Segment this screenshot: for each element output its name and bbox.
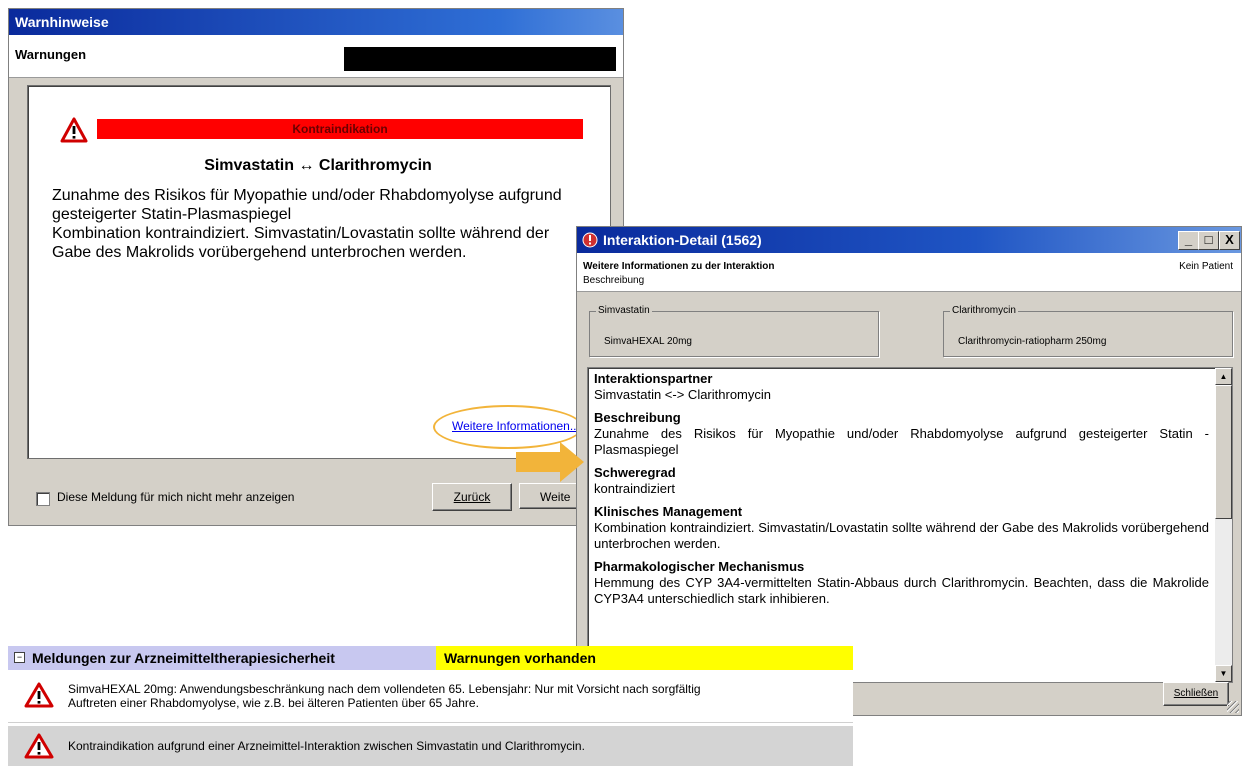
message-text: Kontraindikation aufgrund einer Arzneimi… xyxy=(68,739,585,753)
vertical-scrollbar[interactable]: ▲ ▼ xyxy=(1215,368,1232,682)
section-interaction-partners: Interaktionspartner Simvastatin <-> Clari… xyxy=(594,371,1209,403)
detail-window-titlebar[interactable]: Interaktion-Detail (1562) _ □ X xyxy=(577,227,1241,253)
message-row[interactable]: SimvaHEXAL 20mg: Anwendungsbeschränkung … xyxy=(8,672,853,723)
warnings-window-title: Warnhinweise xyxy=(15,14,109,30)
section-text: Hemmung des CYP 3A4-vermittelten Statin-… xyxy=(594,575,1209,606)
description-line: Kombination kontraindiziert. Simvastatin… xyxy=(52,225,550,242)
collapse-icon[interactable]: − xyxy=(14,652,25,663)
safety-messages-panel: − Meldungen zur Arzneimitteltherapiesich… xyxy=(8,646,853,782)
section-text: Zunahme des Risikos für Myopathie und/od… xyxy=(594,426,1209,457)
description-line: Zunahme des Risikos für Myopathie und/od… xyxy=(52,187,562,204)
drug1-group-label: Simvastatin xyxy=(596,305,652,316)
section-severity: Schweregrad kontraindiziert xyxy=(594,465,1209,497)
next-button-label: Weite xyxy=(540,490,571,504)
messages-header[interactable]: − Meldungen zur Arzneimitteltherapiesich… xyxy=(8,646,436,670)
severity-bar: Kontraindikation xyxy=(97,119,583,139)
section-heading: Interaktionspartner xyxy=(594,371,713,386)
back-button-label: Zurück xyxy=(453,490,491,504)
messages-title: Meldungen zur Arzneimitteltherapiesicher… xyxy=(32,650,335,666)
section-heading: Pharmakologischer Mechanismus xyxy=(594,559,805,574)
status-badge: Warnungen vorhanden xyxy=(436,646,853,670)
app-icon xyxy=(582,232,598,248)
more-info-link[interactable]: Weitere Informationen... xyxy=(452,419,580,433)
close-window-button[interactable]: X xyxy=(1219,231,1240,250)
section-text: kontraindiziert xyxy=(594,481,675,496)
scroll-up-arrow-icon[interactable]: ▲ xyxy=(1215,368,1232,385)
close-button[interactable]: Schließen xyxy=(1163,682,1229,706)
message-text: SimvaHEXAL 20mg: Anwendungsbeschränkung … xyxy=(68,682,701,696)
message-row[interactable]: Kontraindikation aufgrund einer Arzneimi… xyxy=(8,726,853,766)
section-heading: Beschreibung xyxy=(594,410,681,425)
redacted-field xyxy=(344,47,616,71)
warning-triangle-icon xyxy=(24,733,54,759)
section-heading: Klinisches Management xyxy=(594,504,743,519)
maximize-button[interactable]: □ xyxy=(1198,231,1219,250)
section-text: Kombination kontraindiziert. Simvastatin… xyxy=(594,520,1209,551)
section-text: Simvastatin <-> Clarithromycin xyxy=(594,387,771,402)
detail-header-subtitle: Beschreibung xyxy=(583,275,645,286)
back-button[interactable]: Zurück xyxy=(432,483,512,511)
detail-header-title: Weitere Informationen zu der Interaktion xyxy=(583,261,775,272)
dont-show-label: Diese Meldung für mich nicht mehr anzeig… xyxy=(57,490,295,504)
resize-grip-icon[interactable] xyxy=(1227,701,1239,713)
warning-content-panel xyxy=(27,85,611,459)
warning-triangle-icon xyxy=(60,117,88,143)
scroll-down-arrow-icon[interactable]: ▼ xyxy=(1215,665,1232,682)
section-pharmacological-mechanism: Pharmakologischer Mechanismus Hemmung des… xyxy=(594,559,1209,607)
interaction-description: Zunahme des Risikos für Myopathie und/od… xyxy=(52,186,592,262)
dont-show-checkbox[interactable] xyxy=(36,492,50,506)
detail-window-title: Interaktion-Detail (1562) xyxy=(603,232,762,248)
detail-sections: Interaktionspartner Simvastatin <-> Clari… xyxy=(594,371,1209,614)
message-text: Auftreten einer Rhabdomyolyse, wie z.B. … xyxy=(68,696,479,710)
section-clinical-management: Klinisches Management Kombination kontrai… xyxy=(594,504,1209,552)
drug2-group-label: Clarithromycin xyxy=(950,305,1018,316)
description-line: gesteigerter Statin-Plasmaspiegel xyxy=(52,206,292,223)
interaction-detail-window: Interaktion-Detail (1562) _ □ X Weitere … xyxy=(576,226,1242,716)
warnings-window-titlebar[interactable]: Warnhinweise xyxy=(9,9,623,35)
patient-label: Kein Patient xyxy=(1179,261,1233,272)
detail-header: Weitere Informationen zu der Interaktion… xyxy=(577,253,1241,292)
description-line: Gabe des Makrolids vorübergehend unterbr… xyxy=(52,244,467,261)
minimize-button[interactable]: _ xyxy=(1178,231,1199,250)
scroll-thumb[interactable] xyxy=(1215,385,1232,519)
drug2-group: Clarithromycin Clarithromycin-ratiopharm… xyxy=(943,305,1233,357)
drug2-value: Clarithromycin-ratiopharm 250mg xyxy=(958,336,1107,347)
warning-triangle-icon xyxy=(24,682,54,708)
section-heading: Schweregrad xyxy=(594,465,676,480)
drug1-group: Simvastatin SimvaHEXAL 20mg xyxy=(589,305,879,357)
detail-content[interactable]: Interaktionspartner Simvastatin <-> Clari… xyxy=(587,367,1233,683)
warnings-header: Warnungen xyxy=(9,35,623,78)
warnings-section-label: Warnungen xyxy=(15,47,87,62)
section-description: Beschreibung Zunahme des Risikos für Myop… xyxy=(594,410,1209,458)
drug-pair-title: Simvastatin ↔ Clarithromycin xyxy=(204,157,432,174)
drug1-value: SimvaHEXAL 20mg xyxy=(604,336,692,347)
pointer-arrow-icon xyxy=(516,442,584,482)
